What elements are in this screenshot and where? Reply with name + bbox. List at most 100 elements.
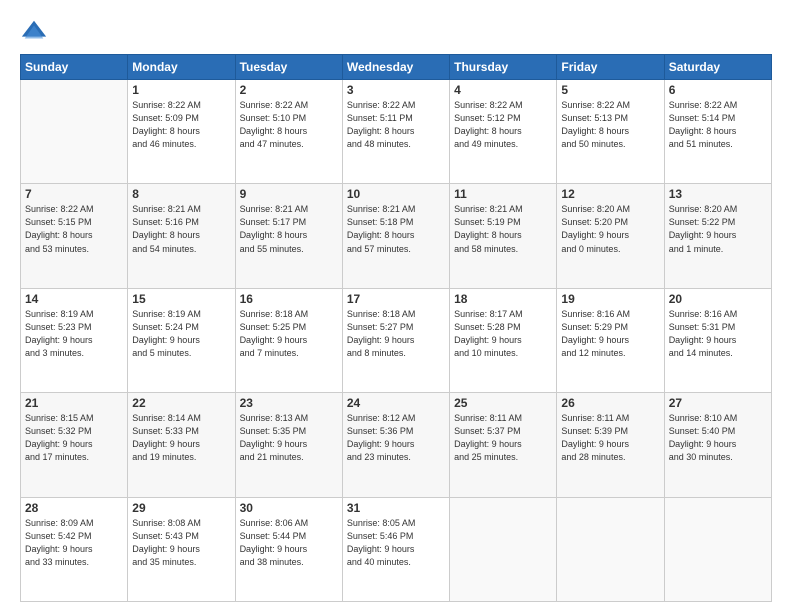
day-info: Sunrise: 8:17 AM Sunset: 5:28 PM Dayligh… xyxy=(454,308,552,360)
day-info: Sunrise: 8:21 AM Sunset: 5:19 PM Dayligh… xyxy=(454,203,552,255)
calendar-cell: 12Sunrise: 8:20 AM Sunset: 5:20 PM Dayli… xyxy=(557,184,664,288)
day-number: 27 xyxy=(669,396,767,410)
day-number: 14 xyxy=(25,292,123,306)
calendar-header-friday: Friday xyxy=(557,55,664,80)
calendar-cell: 18 Sunrise: 8:17 AM Sunset: 5:28 PM Dayli… xyxy=(450,288,557,392)
day-number: 31 xyxy=(347,501,445,515)
day-number: 26 xyxy=(561,396,659,410)
calendar-header-row: SundayMondayTuesdayWednesdayThursdayFrid… xyxy=(21,55,772,80)
calendar-week-row: 7 Sunrise: 8:22 AM Sunset: 5:15 PM Daylig… xyxy=(21,184,772,288)
day-number: 7 xyxy=(25,187,123,201)
calendar-cell: 22 Sunrise: 8:14 AM Sunset: 5:33 PM Dayli… xyxy=(128,393,235,497)
calendar-cell: 16 Sunrise: 8:18 AM Sunset: 5:25 PM Dayli… xyxy=(235,288,342,392)
day-number: 4 xyxy=(454,83,552,97)
day-info: Sunrise: 8:15 AM Sunset: 5:32 PM Dayligh… xyxy=(25,412,123,464)
calendar-cell: 17 Sunrise: 8:18 AM Sunset: 5:27 PM Dayli… xyxy=(342,288,449,392)
day-info: Sunrise: 8:20 AM Sunset: 5:20 PM Dayligh… xyxy=(561,203,659,255)
day-number: 22 xyxy=(132,396,230,410)
calendar-cell: 27Sunrise: 8:10 AM Sunset: 5:40 PM Dayli… xyxy=(664,393,771,497)
calendar-cell: 29 Sunrise: 8:08 AM Sunset: 5:43 PM Dayli… xyxy=(128,497,235,601)
calendar-cell: 30Sunrise: 8:06 AM Sunset: 5:44 PM Dayli… xyxy=(235,497,342,601)
day-info: Sunrise: 8:18 AM Sunset: 5:25 PM Dayligh… xyxy=(240,308,338,360)
calendar-header-thursday: Thursday xyxy=(450,55,557,80)
calendar-cell: 24 Sunrise: 8:12 AM Sunset: 5:36 PM Dayli… xyxy=(342,393,449,497)
day-number: 24 xyxy=(347,396,445,410)
day-info: Sunrise: 8:20 AM Sunset: 5:22 PM Dayligh… xyxy=(669,203,767,255)
day-info: Sunrise: 8:14 AM Sunset: 5:33 PM Dayligh… xyxy=(132,412,230,464)
day-number: 2 xyxy=(240,83,338,97)
calendar-cell: 13Sunrise: 8:20 AM Sunset: 5:22 PM Dayli… xyxy=(664,184,771,288)
calendar-header-saturday: Saturday xyxy=(664,55,771,80)
day-number: 25 xyxy=(454,396,552,410)
day-info: Sunrise: 8:08 AM Sunset: 5:43 PM Dayligh… xyxy=(132,517,230,569)
day-number: 9 xyxy=(240,187,338,201)
day-info: Sunrise: 8:09 AM Sunset: 5:42 PM Dayligh… xyxy=(25,517,123,569)
calendar-cell: 7 Sunrise: 8:22 AM Sunset: 5:15 PM Daylig… xyxy=(21,184,128,288)
calendar-cell: 21 Sunrise: 8:15 AM Sunset: 5:32 PM Dayli… xyxy=(21,393,128,497)
calendar-cell: 8 Sunrise: 8:21 AM Sunset: 5:16 PM Daylig… xyxy=(128,184,235,288)
calendar-cell: 31 Sunrise: 8:05 AM Sunset: 5:46 PM Dayli… xyxy=(342,497,449,601)
day-info: Sunrise: 8:21 AM Sunset: 5:16 PM Dayligh… xyxy=(132,203,230,255)
calendar-cell: 5Sunrise: 8:22 AM Sunset: 5:13 PM Daylig… xyxy=(557,80,664,184)
calendar-cell xyxy=(557,497,664,601)
logo xyxy=(20,18,52,46)
day-info: Sunrise: 8:05 AM Sunset: 5:46 PM Dayligh… xyxy=(347,517,445,569)
day-number: 18 xyxy=(454,292,552,306)
day-info: Sunrise: 8:22 AM Sunset: 5:09 PM Dayligh… xyxy=(132,99,230,151)
calendar-week-row: 14 Sunrise: 8:19 AM Sunset: 5:23 PM Dayli… xyxy=(21,288,772,392)
calendar-header-monday: Monday xyxy=(128,55,235,80)
calendar-cell: 19Sunrise: 8:16 AM Sunset: 5:29 PM Dayli… xyxy=(557,288,664,392)
day-info: Sunrise: 8:21 AM Sunset: 5:18 PM Dayligh… xyxy=(347,203,445,255)
day-number: 16 xyxy=(240,292,338,306)
day-number: 5 xyxy=(561,83,659,97)
day-info: Sunrise: 8:12 AM Sunset: 5:36 PM Dayligh… xyxy=(347,412,445,464)
calendar-cell: 9 Sunrise: 8:21 AM Sunset: 5:17 PM Daylig… xyxy=(235,184,342,288)
day-number: 11 xyxy=(454,187,552,201)
day-number: 28 xyxy=(25,501,123,515)
day-info: Sunrise: 8:16 AM Sunset: 5:29 PM Dayligh… xyxy=(561,308,659,360)
calendar-cell xyxy=(21,80,128,184)
day-number: 15 xyxy=(132,292,230,306)
header xyxy=(20,18,772,46)
day-info: Sunrise: 8:19 AM Sunset: 5:23 PM Dayligh… xyxy=(25,308,123,360)
calendar-cell: 1 Sunrise: 8:22 AM Sunset: 5:09 PM Daylig… xyxy=(128,80,235,184)
calendar-cell: 3 Sunrise: 8:22 AM Sunset: 5:11 PM Daylig… xyxy=(342,80,449,184)
day-info: Sunrise: 8:19 AM Sunset: 5:24 PM Dayligh… xyxy=(132,308,230,360)
day-number: 8 xyxy=(132,187,230,201)
day-info: Sunrise: 8:22 AM Sunset: 5:10 PM Dayligh… xyxy=(240,99,338,151)
day-number: 17 xyxy=(347,292,445,306)
day-number: 3 xyxy=(347,83,445,97)
calendar-cell: 4 Sunrise: 8:22 AM Sunset: 5:12 PM Daylig… xyxy=(450,80,557,184)
day-info: Sunrise: 8:22 AM Sunset: 5:11 PM Dayligh… xyxy=(347,99,445,151)
logo-icon xyxy=(20,18,48,46)
day-number: 10 xyxy=(347,187,445,201)
day-info: Sunrise: 8:22 AM Sunset: 5:14 PM Dayligh… xyxy=(669,99,767,151)
calendar-cell: 2 Sunrise: 8:22 AM Sunset: 5:10 PM Daylig… xyxy=(235,80,342,184)
day-number: 29 xyxy=(132,501,230,515)
day-number: 1 xyxy=(132,83,230,97)
calendar-cell: 20Sunrise: 8:16 AM Sunset: 5:31 PM Dayli… xyxy=(664,288,771,392)
day-info: Sunrise: 8:22 AM Sunset: 5:12 PM Dayligh… xyxy=(454,99,552,151)
day-info: Sunrise: 8:18 AM Sunset: 5:27 PM Dayligh… xyxy=(347,308,445,360)
day-info: Sunrise: 8:21 AM Sunset: 5:17 PM Dayligh… xyxy=(240,203,338,255)
day-number: 6 xyxy=(669,83,767,97)
calendar-header-sunday: Sunday xyxy=(21,55,128,80)
day-info: Sunrise: 8:16 AM Sunset: 5:31 PM Dayligh… xyxy=(669,308,767,360)
calendar-cell xyxy=(664,497,771,601)
calendar-cell: 11 Sunrise: 8:21 AM Sunset: 5:19 PM Dayli… xyxy=(450,184,557,288)
day-info: Sunrise: 8:13 AM Sunset: 5:35 PM Dayligh… xyxy=(240,412,338,464)
day-number: 21 xyxy=(25,396,123,410)
day-number: 30 xyxy=(240,501,338,515)
day-info: Sunrise: 8:11 AM Sunset: 5:37 PM Dayligh… xyxy=(454,412,552,464)
calendar-week-row: 28 Sunrise: 8:09 AM Sunset: 5:42 PM Dayli… xyxy=(21,497,772,601)
calendar-week-row: 21 Sunrise: 8:15 AM Sunset: 5:32 PM Dayli… xyxy=(21,393,772,497)
page: SundayMondayTuesdayWednesdayThursdayFrid… xyxy=(0,0,792,612)
day-info: Sunrise: 8:22 AM Sunset: 5:15 PM Dayligh… xyxy=(25,203,123,255)
calendar-cell: 14 Sunrise: 8:19 AM Sunset: 5:23 PM Dayli… xyxy=(21,288,128,392)
calendar-cell xyxy=(450,497,557,601)
calendar-cell: 15 Sunrise: 8:19 AM Sunset: 5:24 PM Dayli… xyxy=(128,288,235,392)
calendar-cell: 25 Sunrise: 8:11 AM Sunset: 5:37 PM Dayli… xyxy=(450,393,557,497)
calendar-header-wednesday: Wednesday xyxy=(342,55,449,80)
calendar-cell: 26Sunrise: 8:11 AM Sunset: 5:39 PM Dayli… xyxy=(557,393,664,497)
calendar: SundayMondayTuesdayWednesdayThursdayFrid… xyxy=(20,54,772,602)
